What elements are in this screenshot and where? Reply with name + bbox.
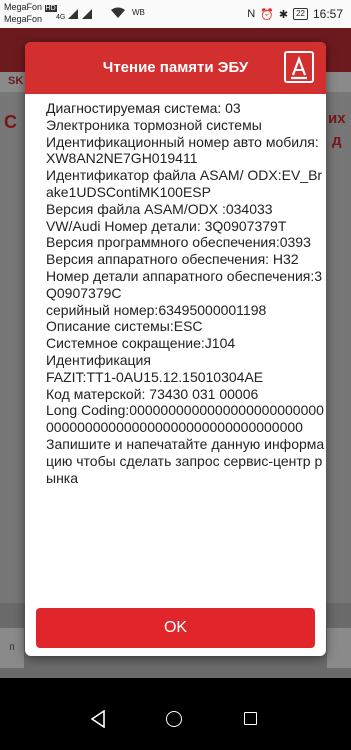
network-type-label: 4G (56, 14, 66, 21)
battery-icon: 22 (293, 8, 308, 20)
signal-icons: 4G (56, 7, 125, 22)
recent-apps-icon[interactable] (244, 712, 257, 725)
wb-label: WB (132, 8, 145, 17)
navigation-bar (0, 678, 351, 750)
background-left-text: С (4, 112, 17, 132)
wifi-icon (110, 7, 125, 18)
back-icon[interactable] (90, 710, 106, 728)
clock: 16:57 (312, 7, 343, 21)
home-icon[interactable] (166, 711, 182, 727)
signal-icon (68, 9, 93, 19)
background-bottom-left-item: п (0, 628, 24, 668)
nfc-icon: N (247, 8, 256, 20)
carrier-1-label: MegaFon (4, 2, 43, 12)
carrier-2-label: MegaFon (4, 14, 43, 24)
ecu-memory-dialog: Чтение памяти ЭБУ Диагностируемая систем… (25, 42, 326, 656)
alarm-icon: ⏰ (260, 8, 274, 21)
diagnostic-info-text: Диагностируемая система: 03 Электроника … (46, 100, 325, 486)
ok-button[interactable]: OK (36, 608, 315, 648)
logo-glyph-icon (291, 55, 307, 80)
dialog-body-scroll[interactable]: Диагностируемая система: 03 Электроника … (46, 100, 326, 598)
carrier-info: MegaFon HD MegaFon (4, 2, 57, 25)
background-sub-label: SK (8, 75, 24, 87)
hd-badge: HD (44, 5, 57, 12)
autocom-logo-icon (284, 51, 314, 83)
dialog-header: Чтение памяти ЭБУ (25, 42, 326, 94)
background-bottom-right-item (327, 628, 351, 668)
status-right: N ⏰ ✱ 22 16:57 (247, 7, 343, 21)
background-right-text-1: их (328, 110, 346, 127)
background-right-text-2: д (332, 132, 342, 149)
status-bar: MegaFon HD MegaFon 4G WB N ⏰ ✱ 22 16:57 (0, 0, 351, 28)
bluetooth-icon: ✱ (278, 8, 289, 21)
dialog-title: Чтение памяти ЭБУ (102, 59, 249, 76)
